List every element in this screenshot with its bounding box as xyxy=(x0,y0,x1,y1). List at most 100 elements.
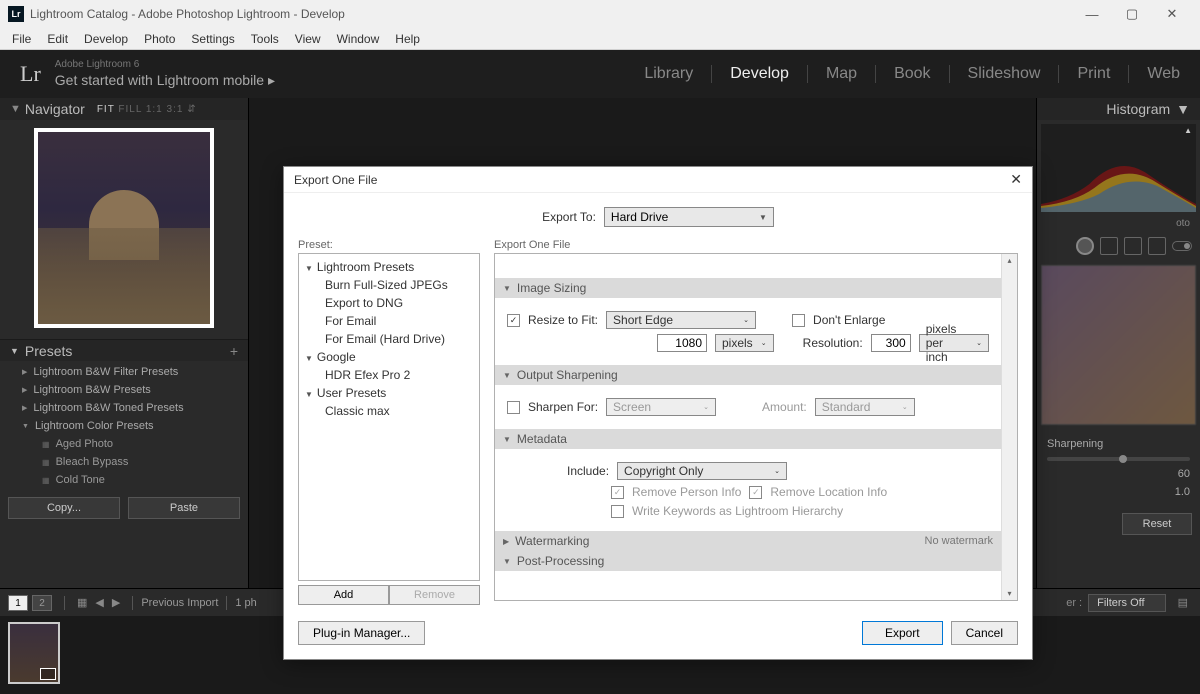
sharpen-for-label: Sharpen For: xyxy=(528,400,598,414)
size-unit-select[interactable]: pixels⌄ xyxy=(715,334,774,352)
sharpening-value: 60 xyxy=(1178,468,1190,480)
dont-enlarge-label: Don't Enlarge xyxy=(813,313,885,327)
resize-mode-select[interactable]: Short Edge⌄ xyxy=(606,311,756,329)
preset-remove-button[interactable]: Remove xyxy=(389,585,480,605)
chevron-down-icon: ▼ xyxy=(10,103,21,115)
preset-group[interactable]: Lightroom Color Presets xyxy=(0,417,248,435)
module-develop[interactable]: Develop xyxy=(730,65,789,83)
dont-enlarge-checkbox[interactable] xyxy=(792,314,805,327)
presets-header[interactable]: ▼ Presets + xyxy=(0,339,248,361)
settings-label: Export One File xyxy=(494,237,1018,253)
preset-item[interactable]: Aged Photo xyxy=(0,435,248,453)
toggle-switch[interactable] xyxy=(1172,241,1192,251)
paste-button[interactable]: Paste xyxy=(128,497,240,519)
filter-select[interactable]: Filters Off xyxy=(1088,594,1165,612)
spot-tool-icon[interactable] xyxy=(1100,237,1118,255)
module-library[interactable]: Library xyxy=(644,65,693,83)
preset-item[interactable]: Cold Tone xyxy=(0,471,248,489)
preset-group[interactable]: Lightroom B&W Filter Presets xyxy=(0,363,248,381)
module-web[interactable]: Web xyxy=(1147,65,1180,83)
view-compare[interactable]: 2 xyxy=(32,595,52,611)
menu-help[interactable]: Help xyxy=(387,30,428,48)
source-label[interactable]: Previous Import xyxy=(141,597,218,609)
histogram-header[interactable]: Histogram▼ xyxy=(1037,98,1200,120)
navigator-preview[interactable] xyxy=(0,120,248,339)
preset-item[interactable]: Classic max xyxy=(301,402,477,420)
preset-item[interactable]: HDR Efex Pro 2 xyxy=(301,366,477,384)
preset-item[interactable]: Bleach Bypass xyxy=(0,453,248,471)
menu-window[interactable]: Window xyxy=(329,30,388,48)
view-single[interactable]: 1 xyxy=(8,595,28,611)
module-slideshow[interactable]: Slideshow xyxy=(968,65,1041,83)
module-map[interactable]: Map xyxy=(826,65,857,83)
grid-icon[interactable]: ▦ xyxy=(77,596,87,609)
sharpening-slider[interactable] xyxy=(1047,457,1190,461)
resize-label: Resize to Fit: xyxy=(528,313,598,327)
menu-photo[interactable]: Photo xyxy=(136,30,183,48)
preset-item[interactable]: Burn Full-Sized JPEGs xyxy=(301,276,477,294)
cancel-button[interactable]: Cancel xyxy=(951,621,1018,645)
export-button[interactable]: Export xyxy=(862,621,943,645)
preset-add-button[interactable]: Add xyxy=(298,585,389,605)
navigator-header[interactable]: ▼ Navigator FIT FILL 1:1 3:1 ⇵ xyxy=(0,98,248,120)
close-button[interactable]: ✕ xyxy=(1152,6,1192,22)
detail-preview[interactable] xyxy=(1041,265,1196,425)
menu-edit[interactable]: Edit xyxy=(39,30,76,48)
nav-back-icon[interactable]: ◀ xyxy=(95,596,103,609)
add-preset-icon[interactable]: + xyxy=(230,343,238,359)
section-post-processing[interactable]: Post-Processing xyxy=(495,551,1001,571)
section-output-sharpening[interactable]: Output Sharpening xyxy=(495,365,1001,385)
module-print[interactable]: Print xyxy=(1077,65,1110,83)
menu-develop[interactable]: Develop xyxy=(76,30,136,48)
preset-item[interactable]: For Email (Hard Drive) xyxy=(301,330,477,348)
preset-item[interactable]: Export to DNG xyxy=(301,294,477,312)
gradient-tool-icon[interactable] xyxy=(1148,237,1166,255)
resolution-unit-select[interactable]: pixels per inch⌄ xyxy=(919,334,989,352)
redeye-tool-icon[interactable] xyxy=(1124,237,1142,255)
maximize-button[interactable]: ▢ xyxy=(1112,6,1152,22)
chevron-down-icon: ▼ xyxy=(1176,101,1190,117)
minimize-button[interactable]: — xyxy=(1072,7,1112,22)
menu-tools[interactable]: Tools xyxy=(243,30,287,48)
settings-scrollbar[interactable]: ▴▾ xyxy=(1001,254,1017,600)
export-to-select[interactable]: Hard Drive▼ xyxy=(604,207,774,227)
menu-settings[interactable]: Settings xyxy=(183,30,242,48)
include-select[interactable]: Copyright Only⌄ xyxy=(617,462,787,480)
radius-value: 1.0 xyxy=(1175,486,1190,498)
menu-file[interactable]: File xyxy=(4,30,39,48)
menu-view[interactable]: View xyxy=(287,30,329,48)
resolution-input[interactable] xyxy=(871,334,911,352)
filter-lock-icon[interactable]: ▤ xyxy=(1178,596,1188,609)
navigator-title: Navigator xyxy=(25,101,85,117)
export-dialog: Export One File ✕ Export To: Hard Drive▼… xyxy=(283,166,1033,660)
brand-text: Adobe Lightroom 6 Get started with Light… xyxy=(55,58,275,89)
size-input[interactable] xyxy=(657,334,707,352)
preset-tree[interactable]: Lightroom Presets Burn Full-Sized JPEGs … xyxy=(298,253,480,581)
preset-group[interactable]: Lightroom B&W Toned Presets xyxy=(0,399,248,417)
module-picker-bar: Lr Adobe Lightroom 6 Get started with Li… xyxy=(0,50,1200,98)
write-keywords-checkbox xyxy=(611,505,624,518)
crop-tool-icon[interactable] xyxy=(1076,237,1094,255)
settings-scroll[interactable]: Image Sizing Resize to Fit: Short Edge⌄ … xyxy=(495,254,1001,600)
dialog-close-button[interactable]: ✕ xyxy=(1010,171,1022,188)
lightroom-logo: Lr xyxy=(20,61,41,87)
section-watermarking[interactable]: WatermarkingNo watermark xyxy=(495,531,1001,551)
copy-button[interactable]: Copy... xyxy=(8,497,120,519)
resize-checkbox[interactable] xyxy=(507,314,520,327)
sharpen-checkbox[interactable] xyxy=(507,401,520,414)
section-image-sizing[interactable]: Image Sizing xyxy=(495,278,1001,298)
reset-button[interactable]: Reset xyxy=(1122,513,1192,535)
section-metadata[interactable]: Metadata xyxy=(495,429,1001,449)
preset-group[interactable]: User Presets xyxy=(301,384,477,402)
left-panel: ▼ Navigator FIT FILL 1:1 3:1 ⇵ ▼ Presets… xyxy=(0,98,249,588)
preset-group[interactable]: Google xyxy=(301,348,477,366)
histogram[interactable]: ▲ xyxy=(1041,124,1196,212)
nav-forward-icon[interactable]: ▶ xyxy=(112,596,120,609)
plugin-manager-button[interactable]: Plug-in Manager... xyxy=(298,621,425,645)
preset-group[interactable]: Lightroom Presets xyxy=(301,258,477,276)
menu-bar: File Edit Develop Photo Settings Tools V… xyxy=(0,28,1200,50)
presets-title: Presets xyxy=(25,343,72,359)
preset-group[interactable]: Lightroom B&W Presets xyxy=(0,381,248,399)
module-book[interactable]: Book xyxy=(894,65,930,83)
preset-item[interactable]: For Email xyxy=(301,312,477,330)
